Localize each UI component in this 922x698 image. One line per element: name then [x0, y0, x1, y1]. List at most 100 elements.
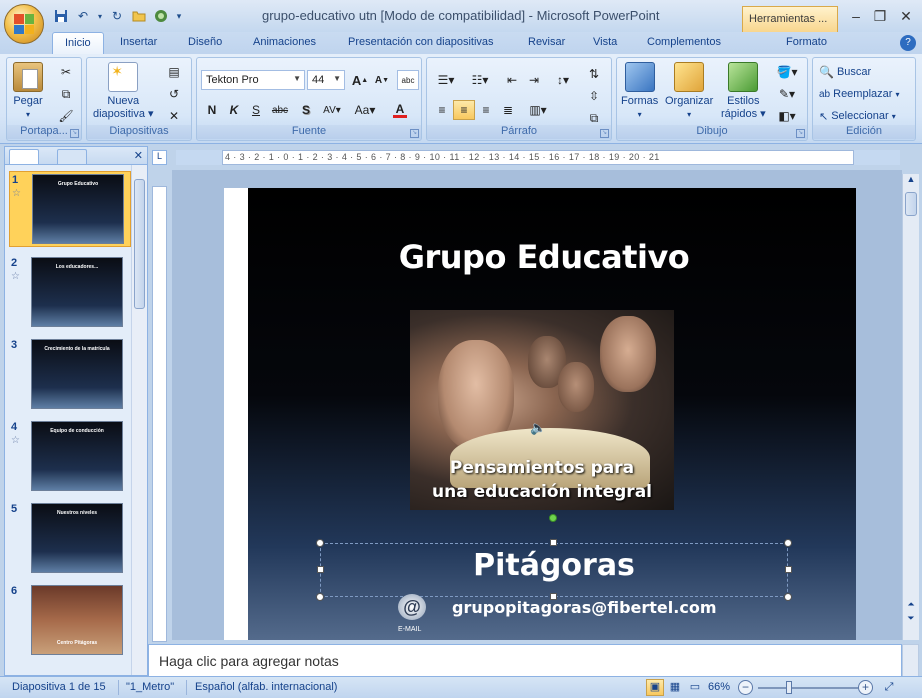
align-left-button[interactable]: ≡	[431, 100, 453, 120]
reset-icon[interactable]: ↺	[163, 84, 185, 104]
dialog-launcher-icon[interactable]: ↘	[796, 129, 805, 138]
dialog-launcher-icon[interactable]: ↘	[600, 129, 609, 138]
publish-icon[interactable]	[152, 7, 170, 25]
rotate-handle[interactable]	[549, 514, 557, 522]
customize-qat-icon[interactable]: ▾	[174, 7, 184, 25]
slide-thumbnail[interactable]: 3 Crecimiento de la matrícula	[9, 337, 131, 413]
main-scrollbar[interactable]: ▲ ⏶ ⏷	[902, 174, 919, 640]
tab-complementos[interactable]: Complementos	[647, 36, 721, 48]
tab-vista[interactable]: Vista	[593, 36, 617, 48]
numbering-button[interactable]: ☷▾	[465, 70, 495, 90]
contextual-tools-tab[interactable]: Herramientas ...	[742, 6, 838, 32]
tab-diseno[interactable]: Diseño	[188, 36, 222, 48]
copy-icon[interactable]: ⧉	[55, 84, 77, 104]
quick-styles-button[interactable]: Estilos rápidos ▾	[721, 62, 766, 121]
shadow-button[interactable]: S	[295, 100, 317, 120]
bold-button[interactable]: N	[201, 100, 223, 120]
shape-fill-icon[interactable]: 🪣▾	[771, 62, 803, 82]
tab-selector[interactable]: L	[152, 150, 167, 165]
select-button[interactable]: ↖ Seleccionar ▾	[819, 106, 896, 126]
zoom-out-icon[interactable]: −	[738, 680, 753, 695]
font-size-select[interactable]: 44 ▼	[307, 70, 345, 90]
scroll-up-icon[interactable]: ▲	[903, 174, 919, 184]
resize-handle[interactable]	[550, 539, 557, 546]
new-slide-button[interactable]: ✶ Nueva diapositiva ▾	[93, 62, 154, 121]
change-case-button[interactable]: Aa ▾	[351, 100, 379, 120]
italic-button[interactable]: K	[223, 100, 245, 120]
tab-outline[interactable]	[57, 149, 87, 164]
slide[interactable]: Grupo Educativo Pensamientos para una ed…	[224, 188, 856, 640]
slide-name-text[interactable]: Pitágoras	[320, 548, 788, 583]
prev-slide-icon[interactable]: ⏶	[903, 599, 919, 610]
align-center-button[interactable]: ≡	[453, 100, 475, 120]
columns-button[interactable]: ▥▾	[523, 100, 553, 120]
slide-thumbnail[interactable]: 6 Centro Pitágoras	[9, 583, 131, 659]
shape-effects-icon[interactable]: ◧▾	[771, 106, 803, 126]
paste-button[interactable]: Pegar ▾	[13, 62, 43, 121]
shrink-font-button[interactable]: A ▼	[371, 70, 393, 90]
text-direction-button[interactable]: ⇅	[583, 64, 605, 84]
tab-revisar[interactable]: Revisar	[528, 36, 565, 48]
cut-icon[interactable]: ✂	[55, 62, 77, 82]
save-icon[interactable]	[52, 7, 70, 25]
clear-format-button[interactable]: abc	[397, 70, 419, 90]
language-indicator[interactable]: Español (alfab. internacional)	[195, 681, 337, 693]
open-icon[interactable]	[130, 7, 148, 25]
sorter-view-button[interactable]: ▦	[666, 679, 684, 696]
zoom-slider[interactable]	[758, 687, 858, 689]
underline-button[interactable]: S	[245, 100, 267, 120]
tab-animaciones[interactable]: Animaciones	[253, 36, 316, 48]
zoom-in-icon[interactable]: +	[858, 680, 873, 695]
slide-thumbnail[interactable]: 1 ☆ Grupo Educativo	[9, 171, 131, 247]
bullets-button[interactable]: ☰▾	[431, 70, 461, 90]
strikethrough-button[interactable]: abc	[269, 100, 291, 120]
dialog-launcher-icon[interactable]: ↘	[70, 129, 79, 138]
dialog-launcher-icon[interactable]: ↘	[410, 129, 419, 138]
slide-thumbnail[interactable]: 5 Nuestros niveles	[9, 501, 131, 577]
fit-to-window-icon[interactable]: ⤢	[880, 679, 898, 696]
resize-handle[interactable]	[316, 539, 324, 547]
grow-font-button[interactable]: A ▲	[349, 70, 371, 90]
replace-button[interactable]: ab Reemplazar ▾	[819, 84, 899, 104]
normal-view-button[interactable]: ▣	[646, 679, 664, 696]
arrange-button[interactable]: Organizar ▾	[665, 62, 713, 121]
undo-dropdown-icon[interactable]: ▾	[96, 7, 104, 25]
vertical-ruler[interactable]	[152, 186, 167, 642]
students-photo[interactable]: Pensamientos para una educación integral	[410, 310, 674, 510]
redo-icon[interactable]: ↻	[108, 7, 126, 25]
slide-thumbnail[interactable]: 4 ☆ Equipo de conducción	[9, 419, 131, 495]
minimize-icon[interactable]: –	[846, 8, 866, 24]
line-spacing-button[interactable]: ↕▾	[549, 70, 577, 90]
format-painter-icon[interactable]: 🖌	[55, 106, 77, 126]
restore-icon[interactable]: ❐	[870, 8, 890, 25]
notes-field[interactable]: Haga clic para agregar notas	[148, 644, 902, 678]
tab-insertar[interactable]: Insertar	[120, 36, 157, 48]
increase-indent-button[interactable]: ⇥	[523, 70, 545, 90]
undo-icon[interactable]: ↶	[74, 7, 92, 25]
pane-scrollbar[interactable]	[131, 165, 147, 675]
office-button[interactable]	[4, 4, 44, 44]
resize-handle[interactable]	[316, 593, 324, 601]
help-icon[interactable]: ?	[900, 35, 916, 51]
layout-icon[interactable]: ▤	[163, 62, 185, 82]
decrease-indent-button[interactable]: ⇤	[501, 70, 523, 90]
align-right-button[interactable]: ≡	[475, 100, 497, 120]
scroll-thumb[interactable]	[905, 192, 917, 216]
tab-inicio[interactable]: Inicio	[52, 32, 104, 55]
slide-thumbnail[interactable]: 2 ☆ Los educadores...	[9, 255, 131, 331]
resize-handle[interactable]	[784, 593, 792, 601]
shapes-button[interactable]: Formas ▾	[621, 62, 658, 121]
font-name-select[interactable]: Tekton Pro ▼	[201, 70, 305, 90]
align-text-button[interactable]: ⇳	[583, 86, 605, 106]
font-color-button[interactable]: A	[385, 100, 415, 120]
justify-button[interactable]: ≣	[497, 100, 519, 120]
scroll-thumb[interactable]	[134, 179, 145, 309]
delete-slide-icon[interactable]: ✕	[163, 106, 185, 126]
tab-slides[interactable]	[9, 149, 39, 164]
slideshow-view-button[interactable]: ▭	[686, 679, 704, 696]
speaker-icon[interactable]: 🔈	[530, 420, 546, 436]
close-icon[interactable]: ✕	[896, 8, 916, 25]
zoom-level[interactable]: 66%	[708, 681, 730, 693]
tab-formato[interactable]: Formato	[786, 36, 827, 48]
notes-scrollbar[interactable]	[902, 644, 919, 678]
